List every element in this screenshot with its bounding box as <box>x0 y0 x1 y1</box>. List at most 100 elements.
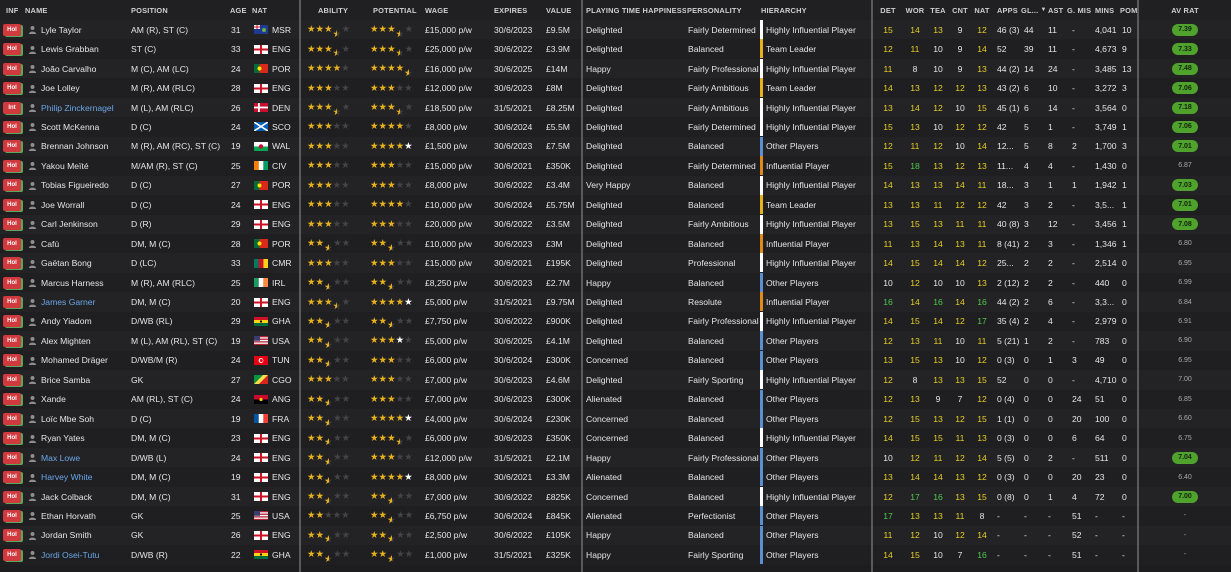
table-row[interactable]: Hol Jack Colback DM, M (C) 31 ENG ★ ★ ★ ★ ★ ★ ★ ★ ★ ★ ★… <box>0 486 1231 507</box>
inf-badge[interactable]: Hol <box>3 490 21 503</box>
inf-badge[interactable]: Hol <box>3 198 21 211</box>
col-header-det[interactable]: DET <box>876 0 900 20</box>
col-header-name[interactable]: NAME <box>25 0 85 20</box>
player-name[interactable]: Jack Colback <box>41 487 131 506</box>
player-name[interactable]: Scott McKenna <box>41 117 131 136</box>
table-row[interactable]: Hol Marcus Harness M (R), AM (RLC) 25 IRL ★ ★ ★… <box>0 272 1231 293</box>
table-row[interactable]: Int Philip Zinckernagel M (L), AM (RLC) 26 D… <box>0 97 1231 118</box>
inf-badge[interactable]: Hol <box>3 159 21 172</box>
inf-badge[interactable]: Hol <box>3 315 21 328</box>
col-header-tea[interactable]: TEA <box>926 0 950 20</box>
player-name[interactable]: João Carvalho <box>41 59 131 78</box>
table-row[interactable]: Hol João Carvalho M (C), AM (LC) 24 POR ★ ★ ★ ★ ★… <box>0 58 1231 79</box>
table-row[interactable]: Hol Scott McKenna D (C) 24 SCO ★ ★ ★ ★ ★ ★ ★ ★ ★ ★ £8,0… <box>0 117 1231 137</box>
player-name[interactable]: Jordi Osei-Tutu <box>41 545 131 564</box>
player-name[interactable]: Brennan Johnson <box>41 137 131 156</box>
inf-badge[interactable]: Hol <box>3 432 21 445</box>
player-name[interactable]: Jordan Smith <box>41 526 131 545</box>
table-row[interactable]: Hol Joe Worrall D (C) 24 ENG ★ ★ ★ ★ ★ ★ ★ ★ ★ ★ £10,00… <box>0 195 1231 215</box>
player-name[interactable]: Lyle Taylor <box>41 20 131 39</box>
table-row[interactable]: Hol Brennan Johnson M (R), AM (RC), ST (C)… <box>0 136 1231 157</box>
inf-badge[interactable]: Hol <box>3 62 21 75</box>
inf-badge[interactable]: Hol <box>3 120 21 133</box>
player-name[interactable]: Andy Yiadom <box>41 312 131 331</box>
col-header-nat[interactable]: NAT <box>252 0 272 20</box>
table-row[interactable]: Hol Cafú DM, M (C) 28 POR ★ ★ ★ ★ ★ ★ ★ ★ ★ ★ ★ ★ £10,000… <box>0 233 1231 254</box>
player-name[interactable]: Joe Lolley <box>41 78 131 97</box>
player-name[interactable]: James Garner <box>41 292 131 311</box>
inf-badge[interactable]: Int <box>3 101 21 114</box>
inf-badge[interactable]: Hol <box>3 218 21 231</box>
table-row[interactable]: Hol Alex Mighten M (L), AM (RL), ST (C) 19 U… <box>0 331 1231 351</box>
table-row[interactable]: Hol Mohamed Dräger D/WB/M (R) 24 TUN ★ ★ ★ ★ ★ ★ ★ ★… <box>0 350 1231 371</box>
player-name[interactable]: Tobias Figueiredo <box>41 176 131 195</box>
table-row[interactable]: Hol Joe Lolley M (R), AM (RLC) 28 ENG ★ ★ ★ ★ ★ ★ ★… <box>0 78 1231 98</box>
player-name[interactable]: Joe Worrall <box>41 195 131 214</box>
col-header-potential[interactable]: POTENTIAL <box>373 0 423 20</box>
player-name[interactable]: Xande <box>41 390 131 409</box>
table-row[interactable]: Hol Yakou Meïté M/AM (R), ST (C) 25 CIV ★ ★ ★ ★ ★… <box>0 156 1231 176</box>
col-header-nat-attr[interactable]: NAT <box>970 0 994 20</box>
inf-badge[interactable]: Hol <box>3 548 21 561</box>
table-row[interactable]: Hol Max Lowe D/WB (L) 24 ENG ★ ★ ★ ★ ★ ★ ★ ★ ★ ★ ★ £12,0… <box>0 447 1231 468</box>
player-name[interactable]: Ryan Yates <box>41 428 131 447</box>
inf-badge[interactable]: Hol <box>3 179 21 192</box>
table-row[interactable]: Hol Lyle Taylor AM (R), ST (C) 31 MSR ★ ★ ★ ★ ★ ★ ★… <box>0 20 1231 40</box>
table-row[interactable]: Hol Ethan Horvath GK 25 USA ★ ★ ★ ★ ★ ★ ★ ★ ★ ★ ★ £6,750… <box>0 506 1231 526</box>
inf-badge[interactable]: Hol <box>3 334 21 347</box>
table-row[interactable]: Hol James Garner DM, M (C) 20 ENG ★ ★ ★ ★ ★ ★ ★ ★ ★ ★ ★… <box>0 292 1231 312</box>
col-header-av-rat[interactable]: AV RAT <box>1160 0 1210 20</box>
inf-badge[interactable]: Hol <box>3 23 21 36</box>
col-header-wage[interactable]: WAGE <box>425 0 465 20</box>
table-row[interactable]: Hol Lewis Grabban ST (C) 33 ENG ★ ★ ★ ★ ★ ★ ★ ★ ★ ★ ★ ★ £… <box>0 39 1231 59</box>
col-header-wor[interactable]: WOR <box>903 0 927 20</box>
inf-badge[interactable]: Hol <box>3 82 21 95</box>
inf-badge[interactable]: Hol <box>3 296 21 309</box>
inf-badge[interactable]: Hol <box>3 529 21 542</box>
col-header-age[interactable]: AGE <box>230 0 250 20</box>
col-header-value[interactable]: VALUE <box>546 0 581 20</box>
player-name[interactable]: Yakou Meïté <box>41 156 131 175</box>
col-header-playing-time-happiness[interactable]: PLAYING TIME HAPPINESS <box>586 0 686 20</box>
player-name[interactable]: Harvey White <box>41 467 131 486</box>
inf-badge[interactable]: Hol <box>3 43 21 56</box>
table-row[interactable]: Hol Tobias Figueiredo D (C) 27 POR ★ ★ ★ ★ ★ ★ ★ ★ ★ ★… <box>0 175 1231 196</box>
player-name[interactable]: Brice Samba <box>41 370 131 389</box>
player-name[interactable]: Marcus Harness <box>41 273 131 292</box>
inf-badge[interactable]: Hol <box>3 373 21 386</box>
player-name[interactable]: Lewis Grabban <box>41 39 131 58</box>
col-header-ability[interactable]: ABILITY <box>318 0 368 20</box>
col-header-mins[interactable]: MINS <box>1095 0 1119 20</box>
table-row[interactable]: Hol Ryan Yates DM, M (C) 23 ENG ★ ★ ★ ★ ★ ★ ★ ★ ★ ★ ★ ★ £… <box>0 428 1231 448</box>
table-row[interactable]: Hol Brice Samba GK 27 CGO ★ ★ ★ ★ ★ ★ ★ ★ ★ ★ £7,000 p/… <box>0 370 1231 390</box>
col-header-cnt[interactable]: CNT <box>948 0 972 20</box>
inf-badge[interactable]: Hol <box>3 140 21 153</box>
table-row[interactable]: Hol Andy Yiadom D/WB (RL) 29 GHA ★ ★ ★ ★ ★ ★ ★ ★ ★ ★ ★ ★… <box>0 311 1231 332</box>
table-row[interactable]: Hol Gaëtan Bong D (LC) 33 CMR ★ ★ ★ ★ ★ ★ ★ ★ ★ ★ £15,0… <box>0 253 1231 273</box>
inf-badge[interactable]: Hol <box>3 237 21 250</box>
col-header-goals[interactable]: GL... ▼ <box>1021 0 1045 20</box>
player-name[interactable]: Philip Zinckernagel <box>41 98 131 117</box>
col-header-position[interactable]: POSITION <box>131 0 211 20</box>
table-row[interactable]: Hol Xande AM (RL), ST (C) 24 ANG ★ ★ ★ ★ ★ ★ ★ ★ ★ ★ ★ £… <box>0 389 1231 409</box>
player-name[interactable]: Alex Mighten <box>41 331 131 350</box>
col-header-personality[interactable]: PERSONALITY <box>687 0 757 20</box>
inf-badge[interactable]: Hol <box>3 412 21 425</box>
player-name[interactable]: Gaëtan Bong <box>41 253 131 272</box>
inf-badge[interactable]: Hol <box>3 257 21 270</box>
col-header-inf[interactable]: INF <box>6 0 26 20</box>
inf-badge[interactable]: Hol <box>3 509 21 522</box>
col-header-hierarchy[interactable]: HIERARCHY <box>761 0 831 20</box>
player-name[interactable]: Carl Jenkinson <box>41 215 131 234</box>
inf-badge[interactable]: Hol <box>3 393 21 406</box>
inf-badge[interactable]: Hol <box>3 451 21 464</box>
player-name[interactable]: Loïc Mbe Soh <box>41 409 131 428</box>
table-row[interactable]: Hol Carl Jenkinson D (R) 29 ENG ★ ★ ★ ★ ★ ★ ★ ★ ★ ★ £20… <box>0 214 1231 234</box>
table-row[interactable]: Hol Harvey White DM, M (C) 19 ENG ★ ★ ★ ★ ★ ★ ★ ★ ★ ★ ★… <box>0 467 1231 487</box>
player-name[interactable]: Cafú <box>41 234 131 253</box>
inf-badge[interactable]: Hol <box>3 354 21 367</box>
col-header-g-mis[interactable]: G. MIS <box>1067 0 1097 20</box>
table-row[interactable]: Hol Loïc Mbe Soh D (C) 19 FRA ★ ★ ★ ★ ★ ★ ★ ★ ★ ★ ★ £4,0… <box>0 409 1231 429</box>
player-name[interactable]: Mohamed Dräger <box>41 351 131 370</box>
col-header-apps[interactable]: APPS <box>997 0 1019 20</box>
